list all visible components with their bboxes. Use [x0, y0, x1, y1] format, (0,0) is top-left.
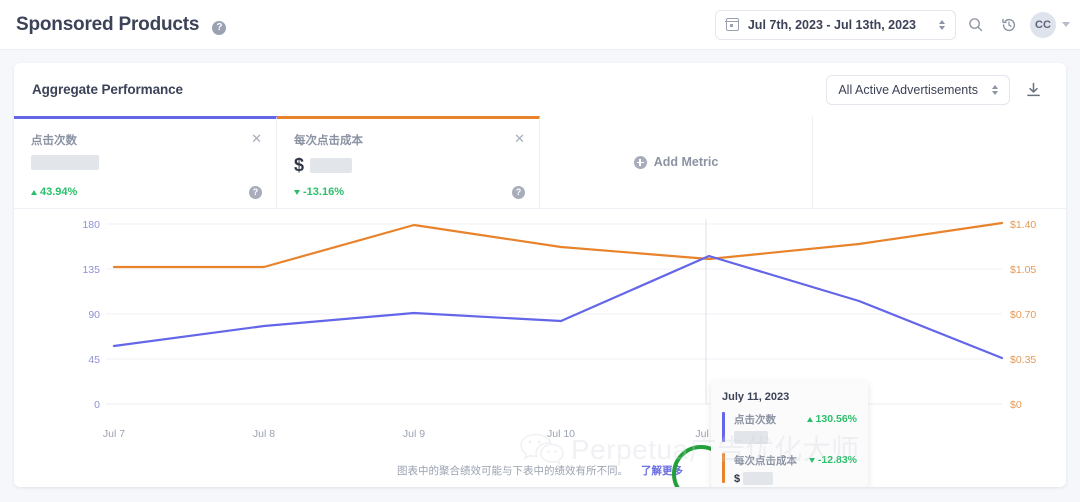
plus-circle-icon	[633, 155, 647, 169]
download-icon[interactable]	[1018, 75, 1048, 105]
metric-delta: 43.94%	[31, 186, 77, 198]
chart-line-cpc	[112, 221, 1004, 269]
svg-text:Jul 8: Jul 8	[253, 428, 275, 440]
metric-tile-clicks[interactable]: 点击次数 ✕ 43.94% ?	[14, 116, 277, 208]
metric-label: 每次点击成本	[294, 135, 363, 147]
svg-text:180: 180	[82, 219, 100, 231]
advertisement-filter-value: All Active Advertisements	[838, 82, 978, 97]
avatar-initials: CC	[1035, 18, 1051, 31]
question-circle-icon[interactable]: ?	[212, 20, 227, 35]
metric-delta: -13.16%	[294, 186, 344, 198]
arrow-up-icon	[806, 416, 813, 422]
svg-text:45: 45	[88, 354, 100, 366]
metric-value-prefix: $	[294, 155, 305, 175]
date-range-value: Jul 7th, 2023 - Jul 13th, 2023	[747, 17, 916, 32]
date-range-picker[interactable]: Jul 7th, 2023 - Jul 13th, 2023	[714, 9, 956, 40]
chart-left-axis-labels: 180 135 90 45 0	[82, 219, 100, 411]
app-root: Sponsored Products ? Jul 7th, 2023 - Jul…	[0, 0, 1080, 502]
metric-delta-value: -13.16%	[303, 186, 344, 198]
calendar-icon	[725, 18, 740, 31]
arrow-down-icon	[294, 189, 300, 195]
watermark: Perpetua广告优化大师	[519, 428, 860, 468]
tooltip-date: July 11, 2023	[722, 391, 790, 403]
svg-text:$0.35: $0.35	[1010, 354, 1036, 366]
arrow-up-icon	[31, 189, 37, 195]
metric-tiles: 点击次数 ✕ 43.94% ? 每次点击成本 ✕ $ -13.16% ? Add…	[14, 116, 1066, 209]
search-icon[interactable]	[960, 10, 990, 40]
close-icon[interactable]: ✕	[514, 132, 525, 145]
svg-text:90: 90	[88, 309, 100, 321]
chart-right-axis-labels: $1.40 $1.05 $0.70 $0.35 $0	[1010, 219, 1036, 411]
avatar[interactable]: CC	[1030, 11, 1056, 38]
svg-text:0: 0	[94, 399, 100, 411]
chart-gridlines	[106, 223, 1002, 405]
select-stepper-icon	[992, 84, 998, 95]
top-bar-actions: Jul 7th, 2023 - Jul 13th, 2023 CC	[714, 9, 1080, 40]
page-title: Sponsored Products ?	[16, 13, 227, 36]
metric-delta-value: 43.94%	[40, 186, 78, 198]
close-icon[interactable]: ✕	[251, 132, 262, 145]
question-circle-icon[interactable]: ?	[249, 186, 262, 199]
chevron-down-icon[interactable]	[1062, 22, 1070, 27]
date-range-stepper-icon[interactable]	[939, 19, 945, 30]
tooltip-delta-value: 130.56%	[815, 413, 857, 425]
add-metric-button[interactable]: Add Metric	[540, 116, 813, 208]
page-title-text: Sponsored Products	[16, 13, 200, 35]
tooltip-value-prefix: $	[734, 472, 741, 485]
metric-value-redacted	[31, 155, 99, 170]
metric-tiles-spacer	[813, 116, 1066, 208]
metric-value-redacted	[310, 158, 353, 173]
metric-value: $	[294, 155, 523, 176]
svg-text:Jul 9: Jul 9	[403, 428, 425, 440]
top-bar: Sponsored Products ? Jul 7th, 2023 - Jul…	[0, 0, 1080, 50]
tooltip-series-name: 点击次数	[734, 414, 776, 426]
metric-tile-cpc[interactable]: 每次点击成本 ✕ $ -13.16% ?	[277, 116, 540, 208]
card-header-actions: All Active Advertisements	[826, 74, 1048, 105]
aggregate-performance-card: Aggregate Performance All Active Adverti…	[14, 63, 1066, 487]
tooltip-series-delta: 130.56%	[806, 412, 857, 425]
card-header: Aggregate Performance All Active Adverti…	[14, 63, 1066, 116]
add-metric-label: Add Metric	[653, 155, 719, 169]
tooltip-value-redacted	[743, 472, 774, 485]
wechat-icon	[520, 433, 564, 465]
svg-text:$1.40: $1.40	[1010, 219, 1036, 231]
advertisement-filter-select[interactable]: All Active Advertisements	[826, 74, 1010, 105]
svg-text:$0.70: $0.70	[1010, 309, 1036, 321]
svg-text:135: 135	[82, 264, 100, 276]
question-circle-icon[interactable]: ?	[512, 186, 525, 199]
svg-text:Jul 7: Jul 7	[103, 428, 125, 440]
chart-line-clicks	[112, 254, 1004, 360]
history-icon[interactable]	[994, 10, 1024, 40]
tooltip-series-value: $	[734, 472, 809, 485]
svg-text:$1.05: $1.05	[1010, 264, 1036, 276]
svg-text:$0: $0	[1010, 399, 1022, 411]
metric-value	[31, 155, 260, 170]
card-title: Aggregate Performance	[32, 82, 183, 97]
metric-label: 点击次数	[31, 135, 77, 147]
watermark-text: Perpetua广告优化大师	[571, 434, 860, 465]
